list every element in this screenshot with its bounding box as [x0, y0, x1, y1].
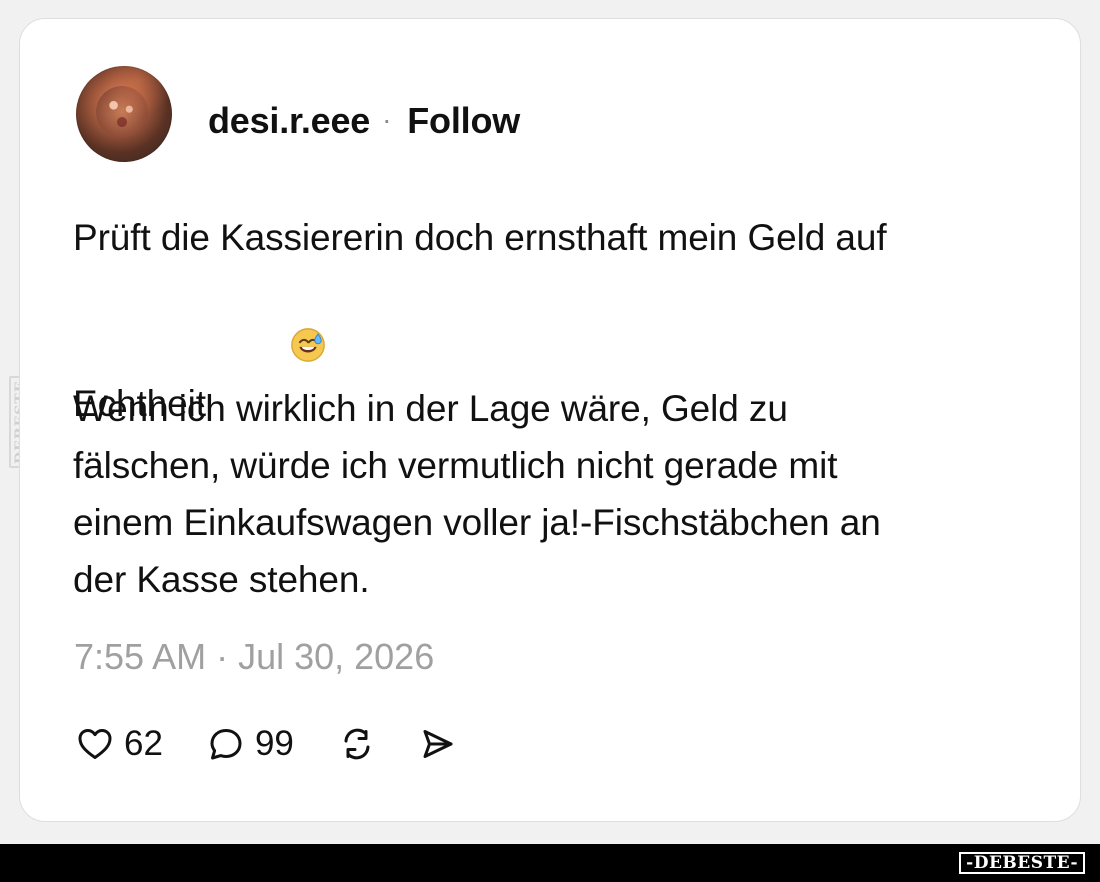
repost-icon	[336, 723, 378, 765]
screenshot-page: DEBESTE desi.r.eee · Follow Prüft die Ka…	[0, 0, 1100, 882]
bottom-black-bar: -DEBESTE-	[0, 844, 1100, 882]
post-text-line-4: Wenn ich wirklich in der Lage wäre, Geld…	[73, 388, 788, 429]
post-actions: 62 99	[74, 723, 500, 765]
post-text-line-2: Echtheit	[73, 266, 1023, 424]
share-button[interactable]	[416, 723, 458, 765]
like-button[interactable]: 62	[74, 723, 163, 765]
post-timestamp: 7:55 AM · Jul 30, 2026	[74, 636, 435, 677]
like-count: 62	[124, 724, 163, 763]
comment-button[interactable]: 99	[205, 723, 294, 765]
smiling-face-with-sweat-icon	[208, 266, 326, 362]
comment-icon	[205, 723, 247, 765]
heart-icon	[74, 723, 116, 765]
share-icon	[416, 723, 458, 765]
post-header: desi.r.eee · Follow	[208, 100, 520, 142]
post-text: Prüft die Kassiererin doch ernsthaft mei…	[73, 209, 1023, 608]
post-text-line-6: einem Einkaufswagen voller ja!-Fischstäb…	[73, 502, 881, 543]
bottom-watermark: -DEBESTE-	[959, 852, 1085, 874]
username[interactable]: desi.r.eee	[208, 100, 370, 142]
post-text-line-1: Prüft die Kassiererin doch ernsthaft mei…	[73, 217, 887, 258]
post-card: desi.r.eee · Follow Prüft die Kassiereri…	[19, 18, 1081, 822]
comment-count: 99	[254, 724, 294, 763]
repost-button[interactable]	[336, 723, 378, 765]
post-text-line-7: der Kasse stehen.	[73, 559, 370, 600]
post-text-line-5: fälschen, würde ich vermutlich nicht ger…	[73, 445, 838, 486]
user-avatar[interactable]	[76, 66, 172, 162]
follow-button[interactable]: Follow	[407, 100, 520, 142]
header-separator: ·	[382, 104, 392, 135]
